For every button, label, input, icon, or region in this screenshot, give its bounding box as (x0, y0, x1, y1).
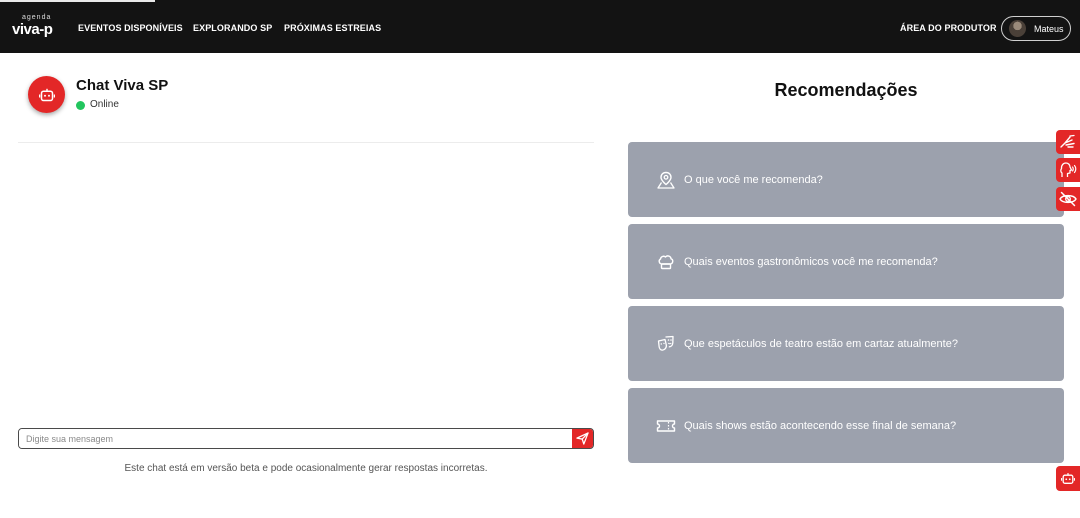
voice-reader-icon (1060, 162, 1077, 177)
user-name: Mateus (1034, 23, 1064, 34)
chef-hat-icon (656, 252, 676, 272)
logo-big-text: viva-p (12, 21, 53, 38)
recommendation-card-general[interactable]: O que você me recomenda? (628, 142, 1064, 217)
send-message-button[interactable] (572, 429, 593, 448)
logo-small-text: agenda (22, 14, 52, 21)
top-navbar: agenda viva-p EVENTOS DISPONÍVEIS EXPLOR… (0, 0, 1080, 53)
recommendation-label: Quais eventos gastronômicos você me reco… (684, 255, 938, 268)
nav-link-eventos-disponiveis[interactable]: EVENTOS DISPONÍVEIS (78, 23, 183, 33)
visual-impairment-button[interactable] (1056, 187, 1080, 211)
recommendations-title: Recomendações (774, 80, 918, 100)
voice-reader-button[interactable] (1056, 158, 1080, 182)
online-status-text: Online (90, 99, 119, 110)
sign-language-button[interactable] (1056, 130, 1080, 154)
loading-bar (0, 0, 155, 2)
online-status-dot (76, 101, 85, 110)
nav-link-explorando-sp[interactable]: EXPLORANDO SP (193, 23, 272, 33)
beta-disclaimer: Este chat está em versão beta e pode oca… (124, 463, 488, 474)
ticket-icon (656, 416, 676, 436)
robot-icon (1061, 473, 1075, 484)
recommendation-card-gastronomy[interactable]: Quais eventos gastronômicos você me reco… (628, 224, 1064, 299)
robot-icon (38, 88, 55, 101)
sign-language-icon (1060, 134, 1075, 148)
chat-header-divider (18, 142, 594, 143)
recommendation-label: Que espetáculos de teatro estão em carta… (684, 337, 958, 350)
theater-masks-icon (656, 334, 676, 354)
open-chatbot-button[interactable] (1056, 466, 1080, 491)
chatbot-avatar (28, 76, 65, 113)
chat-title: Chat Viva SP (76, 77, 169, 94)
send-icon (576, 432, 589, 445)
recommendation-label: Quais shows estão acontecendo esse final… (684, 419, 957, 432)
nav-link-proximas-estreias[interactable]: PRÓXIMAS ESTREIAS (284, 23, 381, 33)
nav-link-area-do-produtor[interactable]: ÁREA DO PRODUTOR (900, 23, 997, 33)
message-input[interactable] (19, 429, 573, 448)
map-pin-icon (656, 170, 676, 190)
recommendation-card-theater[interactable]: Que espetáculos de teatro estão em carta… (628, 306, 1064, 381)
visual-impairment-icon (1059, 191, 1077, 207)
user-menu-button[interactable]: Mateus (1001, 16, 1071, 41)
message-composer (18, 428, 594, 449)
recommendation-label: O que você me recomenda? (684, 173, 823, 186)
agenda-viva-sp-logo[interactable]: agenda viva-p (12, 14, 58, 40)
avatar (1009, 20, 1026, 37)
recommendation-card-shows[interactable]: Quais shows estão acontecendo esse final… (628, 388, 1064, 463)
